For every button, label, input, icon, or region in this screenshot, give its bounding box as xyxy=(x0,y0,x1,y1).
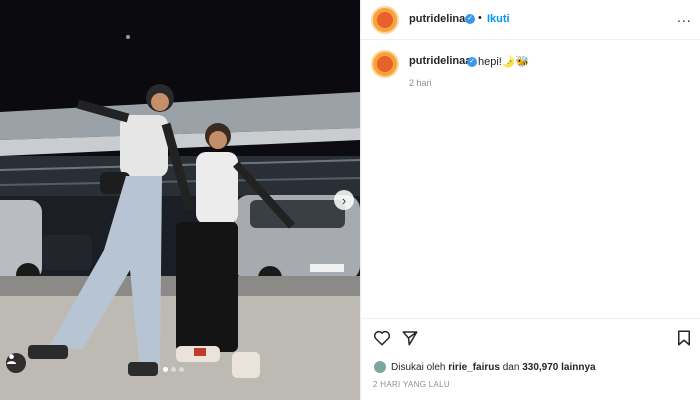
caption-text: hepi!🌛🐝 xyxy=(478,56,530,68)
likes-prefix: Disukai oleh xyxy=(391,361,446,373)
carousel-next-button[interactable]: › xyxy=(334,190,354,210)
send-icon[interactable] xyxy=(401,329,419,347)
likes-count[interactable]: 330,970 xyxy=(522,362,558,373)
verified-badge-icon: ✓ xyxy=(465,14,475,24)
carousel-indicator xyxy=(163,367,184,372)
verified-badge-icon: ✓ xyxy=(467,57,477,67)
user-tag-icon xyxy=(6,354,17,364)
liker-avatar xyxy=(373,360,387,374)
avatar[interactable] xyxy=(371,6,399,34)
tagged-users-button[interactable] xyxy=(6,353,26,373)
separator-dot: • xyxy=(478,12,482,24)
username-link[interactable]: putridelinaa xyxy=(409,13,471,25)
follow-button[interactable]: Ikuti xyxy=(487,13,510,25)
likes-suffix[interactable]: lainnya xyxy=(561,362,595,373)
likes-summary[interactable]: Disukai oleh ririe_fairus dan 330,970 la… xyxy=(373,359,596,375)
caption-username-link[interactable]: putridelinaa xyxy=(409,55,471,67)
carousel-dot xyxy=(171,367,176,372)
caption-timestamp[interactable]: 2 hari xyxy=(409,78,432,88)
post-photo[interactable]: › xyxy=(0,0,360,400)
post-header: putridelinaa ✓ • Ikuti ... xyxy=(361,0,700,40)
post-timestamp[interactable]: 2 HARI YANG LALU xyxy=(373,380,450,389)
post-details-panel: putridelinaa ✓ • Ikuti ... putridelinaa … xyxy=(360,0,700,400)
action-bar xyxy=(361,318,700,356)
bookmark-icon[interactable] xyxy=(675,329,693,347)
likes-middle: dan xyxy=(502,361,520,373)
chevron-right-icon: › xyxy=(341,192,347,208)
liker-username[interactable]: ririe_fairus xyxy=(448,362,500,373)
photo-illustration xyxy=(0,0,360,400)
more-options-button[interactable]: ... xyxy=(677,9,692,25)
heart-icon[interactable] xyxy=(373,329,391,347)
carousel-dot xyxy=(163,367,168,372)
avatar[interactable] xyxy=(371,50,399,78)
carousel-dot xyxy=(179,367,184,372)
